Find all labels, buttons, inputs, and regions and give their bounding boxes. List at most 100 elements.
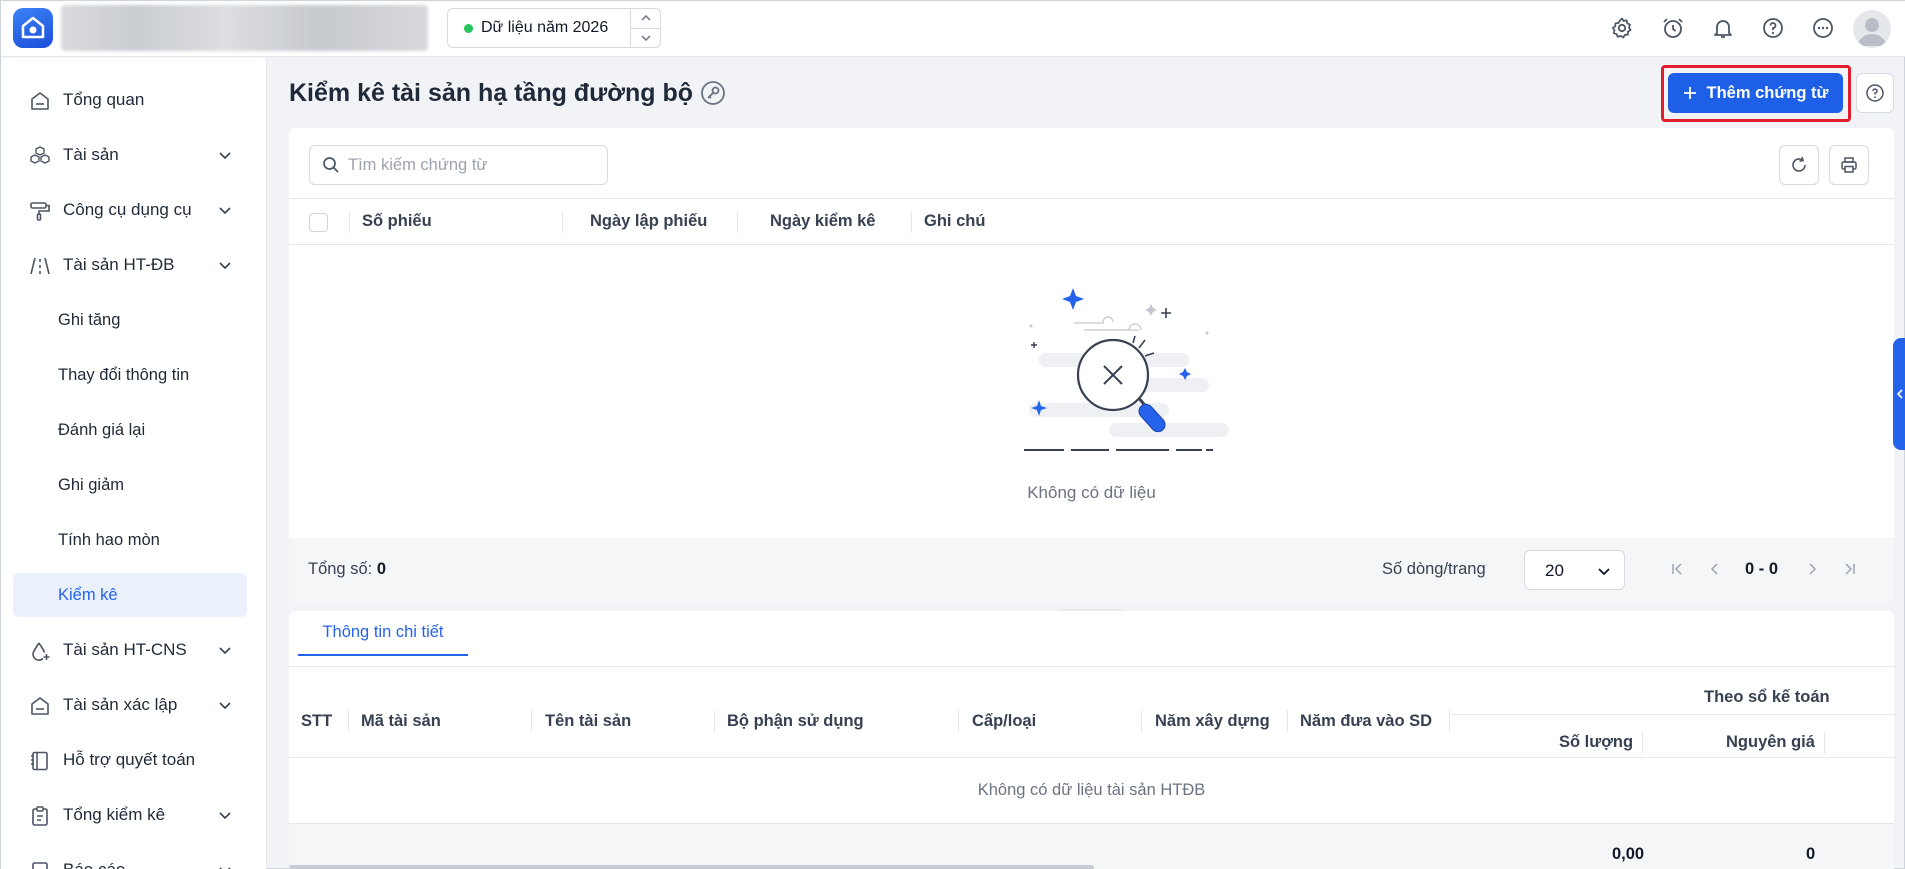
voucher-list-panel: Số phiếu Ngày lập phiếu Ngày kiểm kê Ghi… [289,128,1894,603]
column-stt: STT [301,712,333,730]
year-label: Dữ liệu năm 2026 [481,19,609,36]
sidebar-item-label: Kiểm kê [58,585,118,604]
column-divider [737,211,738,233]
home-icon [31,697,49,715]
asset-table-header: STT Mã tài sản Tên tài sản Bộ phận sử dụ… [289,668,1894,758]
sidebar-item-label: Tài sản xác lập [63,695,178,714]
asset-totals-row: 0,00 0 [289,823,1894,869]
year-selector[interactable]: Dữ liệu năm 2026 [447,8,661,48]
app-logo[interactable] [13,8,53,48]
sidebar-item-tai-san-xac-lap[interactable]: Tài sản xác lập [13,683,247,727]
sidebar-item-tinh-hao-mon[interactable]: Tính hao mòn [13,518,247,562]
column-nam-dua-vao-sd: Năm đưa vào SD [1300,712,1433,730]
top-bar: Dữ liệu năm 2026 [1,1,1905,57]
sidebar-item-cong-cu-dung-cu[interactable]: Công cụ dụng cụ [13,188,247,232]
paint-roller-icon [30,202,50,221]
sidebar-item-tong-quan[interactable]: Tổng quan [13,78,247,122]
search-input[interactable] [348,155,578,175]
column-divider [911,211,912,233]
sidebar-item-label: Tổng kiểm kê [63,805,166,824]
select-all-checkbox[interactable] [309,213,328,232]
sidebar-item-label: Ghi tăng [58,310,121,329]
column-ma-tai-san: Mã tài sản [361,712,441,730]
sidebar-item-ho-tro-quyet-toan[interactable]: Hỗ trợ quyết toán [13,738,247,782]
total-label: Tổng số: [308,560,373,578]
sidebar-item-tai-san[interactable]: Tài sản [13,133,247,177]
sidebar-item-label: Công cụ dụng cụ [63,200,192,219]
settings-icon[interactable] [1607,13,1637,43]
sidebar-item-label: Tài sản HT-CNS [63,640,187,659]
user-avatar[interactable] [1853,10,1891,48]
alarm-clock-icon[interactable] [1658,13,1688,43]
printer-icon [1841,157,1857,173]
horizontal-scrollbar[interactable] [289,865,1094,869]
empty-state-illustration [1024,288,1229,451]
status-dot [464,23,473,33]
column-divider [531,710,532,732]
last-page-icon [1845,563,1855,575]
home-icon [31,92,49,110]
notebook-icon [31,751,48,771]
asset-empty-text: Không có dữ liệu tài sản HTĐB [977,781,1206,799]
column-divider [1141,710,1142,732]
sidebar-item-tai-san-ht-cns[interactable]: Tài sản HT-CNS [13,628,247,672]
sidebar-item-bao-cao[interactable]: Báo cáo [13,848,247,869]
sidebar-item-ghi-tang[interactable]: Ghi tăng [13,298,247,342]
water-drop-plus-icon [32,642,50,661]
chevron-up-icon[interactable] [631,9,660,28]
group-divider [1449,714,1894,715]
side-panel-handle[interactable] [1893,338,1905,450]
refresh-button[interactable] [1779,145,1819,185]
sidebar-item-label: Tài sản [63,145,119,164]
rows-per-page-select[interactable]: 20 [1524,550,1625,590]
more-icon[interactable] [1808,13,1838,43]
sidebar: Tổng quan Tài sản Công cụ dụng cụ Tài sả… [1,58,267,869]
detail-tabs: Thông tin chi tiết [289,611,1894,667]
column-cap-loai: Cấp/loại [972,712,1037,730]
key-icon[interactable] [700,80,726,106]
help-circle-icon[interactable] [1758,13,1788,43]
sidebar-item-danh-gia-lai[interactable]: Đánh giá lại [13,408,247,452]
next-page-button[interactable] [1804,560,1820,578]
print-button[interactable] [1829,145,1869,185]
sidebar-item-tai-san-ht-db[interactable]: Tài sản HT-ĐB [13,243,247,287]
column-divider [1642,732,1643,754]
column-ngay-lap-phieu[interactable]: Ngày lập phiếu [590,212,707,231]
page-help-button[interactable] [1856,73,1894,113]
year-stepper[interactable] [630,9,660,47]
column-so-phieu[interactable]: Số phiếu [362,212,432,231]
sidebar-item-ghi-giam[interactable]: Ghi giảm [13,463,247,507]
column-bo-phan-su-dung: Bộ phận sử dụng [727,712,864,730]
sidebar-item-thay-doi-thong-tin[interactable]: Thay đổi thông tin [13,353,247,397]
chevron-right-icon [1809,563,1817,575]
column-divider [1287,710,1288,732]
total-count: Tổng số: 0 [308,560,386,579]
total-so-luong: 0,00 [1612,845,1645,863]
add-voucher-label: Thêm chứng từ [1706,83,1829,102]
chevron-down-icon [219,867,231,869]
page-range: 0 - 0 [1745,560,1779,578]
pagination-bar: Tổng số: 0 Số dòng/trang 20 0 - 0 [289,538,1894,603]
column-divider [1824,732,1825,754]
column-nguyen-gia: Nguyên giá [1726,733,1815,751]
column-divider [958,710,959,732]
add-voucher-button[interactable]: Thêm chứng từ [1668,73,1843,113]
sidebar-item-tong-kiem-ke[interactable]: Tổng kiểm kê [13,793,247,837]
total-value: 0 [376,560,386,578]
chevron-down-icon[interactable] [631,27,660,48]
column-ghi-chu[interactable]: Ghi chú [924,212,985,231]
tab-thong-tin-chi-tiet[interactable]: Thông tin chi tiết [298,611,468,656]
search-box[interactable] [309,145,608,185]
user-icon [1858,18,1886,46]
bell-icon[interactable] [1708,13,1738,43]
sidebar-item-kiem-ke[interactable]: Kiểm kê [13,573,247,617]
prev-page-button[interactable] [1707,560,1723,578]
last-page-button[interactable] [1842,560,1858,578]
column-divider [714,710,715,732]
page-title: Kiểm kê tài sản hạ tầng đường bộ [289,79,693,107]
sidebar-item-label: Thay đổi thông tin [58,365,190,384]
first-page-button[interactable] [1669,560,1685,578]
chevron-down-icon [219,152,231,160]
column-ngay-kiem-ke[interactable]: Ngày kiểm kê [770,212,875,231]
help-circle-icon [1866,84,1884,102]
